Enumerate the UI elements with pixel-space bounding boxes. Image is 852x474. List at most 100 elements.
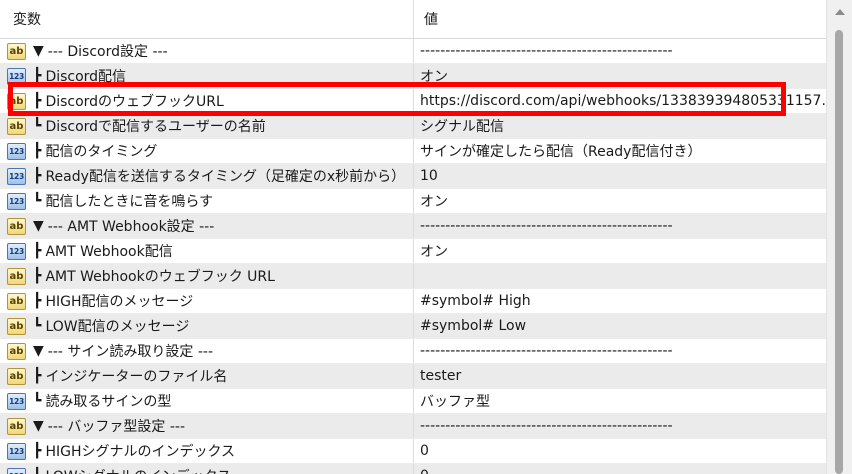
value-cell[interactable]: 0 xyxy=(414,464,826,474)
variable-label: AMT Webhookのウェブフック URL xyxy=(45,269,275,285)
collapse-arrow-icon[interactable]: ▼ xyxy=(33,218,44,234)
tree-branch-icon: ┣ xyxy=(33,243,42,259)
collapse-arrow-icon[interactable]: ▼ xyxy=(33,43,44,59)
numeric-type-icon: 123 xyxy=(7,192,26,210)
scroll-up-arrow-icon[interactable] xyxy=(835,9,845,15)
variable-cell: 123 ┗ 配信したときに音を鳴らす xyxy=(0,189,414,213)
variable-cell: ab ▼ --- サイン読み取り設定 --- xyxy=(0,339,414,363)
tree-branch-icon: ┗ xyxy=(33,318,42,334)
tree-branch-icon: ┗ xyxy=(33,193,42,209)
value-cell[interactable]: 0 xyxy=(414,439,826,463)
table-row[interactable]: 123 ┗ 読み取るサインの型 バッファ型 xyxy=(0,389,826,414)
table-row[interactable]: 123 ┣ Ready配信を送信するタイミング（足確定のx秒前から） 10 xyxy=(0,164,826,189)
tree-branch-icon: ┣ xyxy=(33,68,42,84)
collapse-arrow-icon[interactable]: ▼ xyxy=(33,343,44,359)
value-cell[interactable]: tester xyxy=(414,364,826,388)
variable-cell: 123 ┣ AMT Webhook配信 xyxy=(0,239,414,263)
value-cell[interactable]: サインが確定したら配信（Ready配信付き） xyxy=(414,139,826,163)
string-type-icon: ab xyxy=(7,267,26,285)
numeric-type-icon: 123 xyxy=(7,392,26,410)
tree-branch-icon: ┣ xyxy=(33,443,42,459)
table-row[interactable]: ab ┣ HIGH配信のメッセージ #symbol# High xyxy=(0,289,826,314)
variable-label: LOW配信のメッセージ xyxy=(45,319,190,335)
value-cell[interactable]: 10 xyxy=(414,164,826,188)
variable-label: インジケーターのファイル名 xyxy=(45,369,228,385)
numeric-type-icon: 123 xyxy=(7,142,26,160)
string-type-icon: ab xyxy=(7,367,26,385)
value-cell[interactable]: #symbol# Low xyxy=(414,314,826,338)
value-cell[interactable]: オン xyxy=(414,239,826,263)
table-row[interactable]: ab ┣ DiscordのウェブフックURL https://discord.com/… xyxy=(0,89,826,114)
value-cell[interactable]: https://discord.com/api/webhooks/1338393… xyxy=(414,89,826,113)
tree-branch-icon: ┣ xyxy=(33,93,42,109)
string-type-icon: ab xyxy=(7,417,26,435)
tree-branch-icon: ┗ xyxy=(33,393,42,409)
table-row[interactable]: 123 ┗ LOWシグナルのインデックス 0 xyxy=(0,464,826,474)
table-row[interactable]: 123 ┣ Discord配信 オン xyxy=(0,64,826,89)
tree-branch-icon: ┗ xyxy=(33,118,42,134)
table-row[interactable]: ab ┣ インジケーターのファイル名 tester xyxy=(0,364,826,389)
variable-label: --- バッファ型設定 --- xyxy=(47,419,185,435)
variable-cell: ab ┣ AMT Webhookのウェブフック URL xyxy=(0,264,414,288)
tree-branch-icon: ┣ xyxy=(33,168,42,184)
variable-cell: ab ┣ DiscordのウェブフックURL xyxy=(0,89,414,113)
tree-branch-icon: ┣ xyxy=(33,143,42,159)
variable-label: --- サイン読み取り設定 --- xyxy=(47,344,213,360)
table-row[interactable]: ab ▼ --- サイン読み取り設定 --- --------------------… xyxy=(0,339,826,364)
value-cell[interactable] xyxy=(414,264,826,288)
variable-label: 配信したときに音を鳴らす xyxy=(45,194,214,210)
variable-cell: 123 ┣ Ready配信を送信するタイミング（足確定のx秒前から） xyxy=(0,164,414,188)
tree-branch-icon: ┣ xyxy=(33,368,42,384)
value-cell[interactable]: ----------------------------------------… xyxy=(414,339,826,363)
variable-label: --- AMT Webhook設定 --- xyxy=(47,219,215,235)
variable-label: HIGHシグナルのインデックス xyxy=(45,444,236,460)
table-row[interactable]: ab ▼ --- AMT Webhook設定 --- ----------------… xyxy=(0,214,826,239)
table-row[interactable]: ab ┗ Discordで配信するユーザーの名前 シグナル配信 xyxy=(0,114,826,139)
table-row[interactable]: 123 ┗ 配信したときに音を鳴らす オン xyxy=(0,189,826,214)
column-header-variable[interactable]: 変数 xyxy=(0,0,414,38)
vertical-scrollbar[interactable] xyxy=(826,0,852,474)
table-row[interactable]: ab ▼ --- バッファ型設定 --- ----------------------… xyxy=(0,414,826,439)
variable-label: Discord配信 xyxy=(45,69,127,85)
table-row[interactable]: 123 ┣ 配信のタイミング サインが確定したら配信（Ready配信付き） xyxy=(0,139,826,164)
variable-cell: ab ▼ --- AMT Webhook設定 --- xyxy=(0,214,414,238)
numeric-type-icon: 123 xyxy=(7,242,26,260)
numeric-type-icon: 123 xyxy=(7,67,26,85)
variable-cell: ab ┣ インジケーターのファイル名 xyxy=(0,364,414,388)
column-header-value[interactable]: 値 xyxy=(414,0,438,38)
value-cell[interactable]: ----------------------------------------… xyxy=(414,414,826,438)
value-cell[interactable]: ----------------------------------------… xyxy=(414,39,826,63)
variable-cell: 123 ┣ 配信のタイミング xyxy=(0,139,414,163)
tree-branch-icon: ┗ xyxy=(33,468,41,474)
string-type-icon: ab xyxy=(7,92,26,110)
value-cell[interactable]: バッファ型 xyxy=(414,389,826,413)
table-row[interactable]: ab ┗ LOW配信のメッセージ #symbol# Low xyxy=(0,314,826,339)
variable-label: HIGH配信のメッセージ xyxy=(45,294,194,310)
string-type-icon: ab xyxy=(7,117,26,135)
table-row[interactable]: ab ┣ AMT Webhookのウェブフック URL xyxy=(0,264,826,289)
variable-cell: ab ▼ --- バッファ型設定 --- xyxy=(0,414,414,438)
variable-label: 配信のタイミング xyxy=(45,144,158,160)
variable-label: --- Discord設定 --- xyxy=(47,44,168,60)
variable-label: DiscordのウェブフックURL xyxy=(45,94,224,110)
numeric-type-icon: 123 xyxy=(7,442,26,460)
string-type-icon: ab xyxy=(7,292,26,310)
collapse-arrow-icon[interactable]: ▼ xyxy=(33,418,44,434)
value-cell[interactable]: オン xyxy=(414,64,826,88)
variable-cell: 123 ┗ 読み取るサインの型 xyxy=(0,389,414,413)
string-type-icon: ab xyxy=(7,342,26,360)
value-cell[interactable]: シグナル配信 xyxy=(414,114,826,138)
value-cell[interactable]: #symbol# High xyxy=(414,289,826,313)
string-type-icon: ab xyxy=(7,317,26,335)
value-cell[interactable]: オン xyxy=(414,189,826,213)
variable-label: LOWシグナルのインデックス xyxy=(45,466,231,474)
table-row[interactable]: 123 ┣ HIGHシグナルのインデックス 0 xyxy=(0,439,826,464)
table-row[interactable]: ab ▼ --- Discord設定 --- --------------------… xyxy=(0,39,826,64)
table-row[interactable]: 123 ┣ AMT Webhook配信 オン xyxy=(0,239,826,264)
scrollbar-thumb[interactable] xyxy=(835,30,843,474)
string-type-icon: ab xyxy=(7,217,26,235)
variable-label: 読み取るサインの型 xyxy=(45,394,172,410)
value-cell[interactable]: ----------------------------------------… xyxy=(414,214,826,238)
numeric-type-icon: 123 xyxy=(7,167,26,185)
variable-cell: ab ┣ HIGH配信のメッセージ xyxy=(0,289,414,313)
